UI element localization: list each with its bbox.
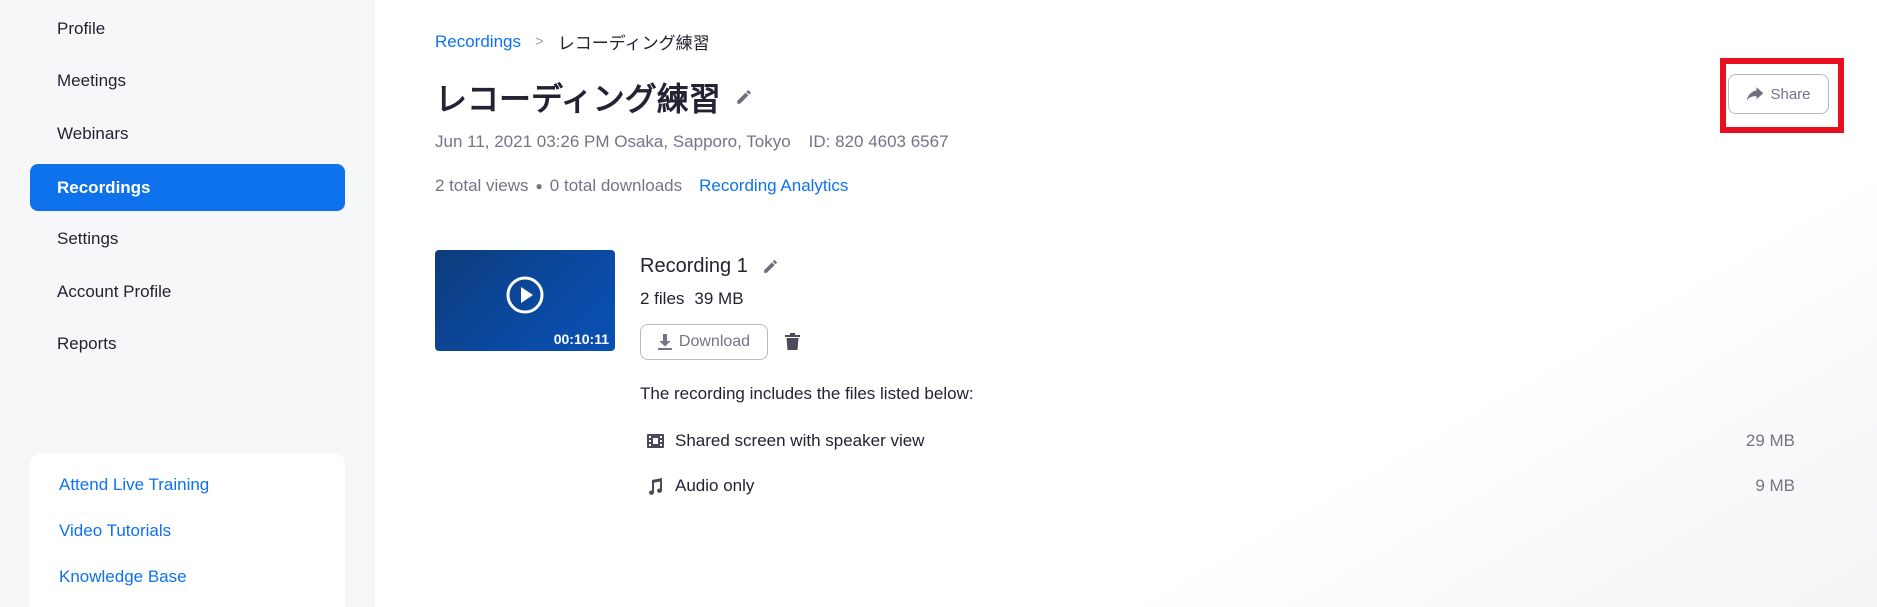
breadcrumb-recordings-link[interactable]: Recordings (435, 32, 521, 52)
breadcrumb-separator: > (535, 33, 544, 50)
film-icon (645, 431, 665, 451)
file-name[interactable]: Shared screen with speaker view (675, 431, 924, 451)
views-count: 2 total views (435, 176, 529, 195)
download-icon (657, 334, 672, 350)
help-card: Attend Live Training Video Tutorials Kno… (30, 454, 345, 607)
files-heading: The recording includes the files listed … (640, 384, 974, 403)
pencil-icon[interactable] (760, 256, 782, 278)
sidebar-item-account-profile[interactable]: Account Profile (30, 268, 345, 315)
meeting-datetime: Jun 11, 2021 03:26 PM Osaka, Sapporo, To… (435, 132, 791, 151)
dot-separator: ● (535, 179, 543, 193)
sidebar-item-reports[interactable]: Reports (30, 320, 345, 367)
play-icon[interactable] (505, 275, 545, 315)
recording-title: Recording 1 (640, 255, 748, 277)
share-arrow-icon (1747, 87, 1764, 101)
main-content: Recordings > レコーディング練習 レコーディング練習 Jun 11,… (375, 0, 1877, 607)
attend-live-training-link[interactable]: Attend Live Training (59, 475, 209, 495)
sidebar-item-settings[interactable]: Settings (30, 215, 345, 262)
video-tutorials-link[interactable]: Video Tutorials (59, 521, 171, 541)
sidebar-item-profile[interactable]: Profile (30, 5, 345, 52)
recording-title-row: Recording 1 (640, 255, 782, 278)
music-note-icon (645, 476, 665, 496)
file-size: 9 MB (1755, 476, 1795, 495)
sidebar: Profile Meetings Webinars Recordings Set… (0, 0, 375, 607)
download-label: Download (678, 333, 751, 350)
recording-thumbnail[interactable]: 00:10:11 (435, 250, 615, 351)
page-title: レコーディング練習 (435, 81, 721, 117)
file-count: 2 files (640, 289, 685, 308)
recording-duration: 00:10:11 (553, 331, 609, 347)
sidebar-item-meetings[interactable]: Meetings (30, 57, 345, 104)
recording-analytics-link[interactable]: Recording Analytics (699, 176, 848, 196)
recording-stats: 2 total views ● 0 total downloads Record… (435, 176, 848, 196)
total-size: 39 MB (694, 289, 744, 308)
page-title-row: レコーディング練習 (435, 74, 755, 120)
trash-icon[interactable] (785, 333, 800, 350)
sidebar-item-recordings[interactable]: Recordings (30, 164, 345, 211)
file-size: 29 MB (1745, 431, 1795, 450)
pencil-icon[interactable] (733, 86, 755, 108)
download-button[interactable]: Download (640, 324, 768, 360)
sidebar-item-webinars[interactable]: Webinars (30, 110, 345, 157)
breadcrumb-current: レコーディング練習 (557, 34, 710, 53)
share-label: Share (1770, 85, 1811, 103)
share-button[interactable]: Share (1728, 74, 1829, 114)
meeting-id: ID: 820 4603 6567 (808, 132, 949, 151)
file-name[interactable]: Audio only (675, 476, 754, 496)
breadcrumb: Recordings > レコーディング練習 (435, 29, 710, 54)
meeting-meta: Jun 11, 2021 03:26 PM Osaka, Sapporo, To… (435, 132, 949, 152)
downloads-count: 0 total downloads (549, 176, 683, 195)
knowledge-base-link[interactable]: Knowledge Base (59, 567, 187, 587)
file-row[interactable]: Audio only 9 MB (645, 473, 1795, 499)
recording-file-summary: 2 files 39 MB (640, 289, 744, 309)
file-row[interactable]: Shared screen with speaker view 29 MB (645, 428, 1795, 454)
